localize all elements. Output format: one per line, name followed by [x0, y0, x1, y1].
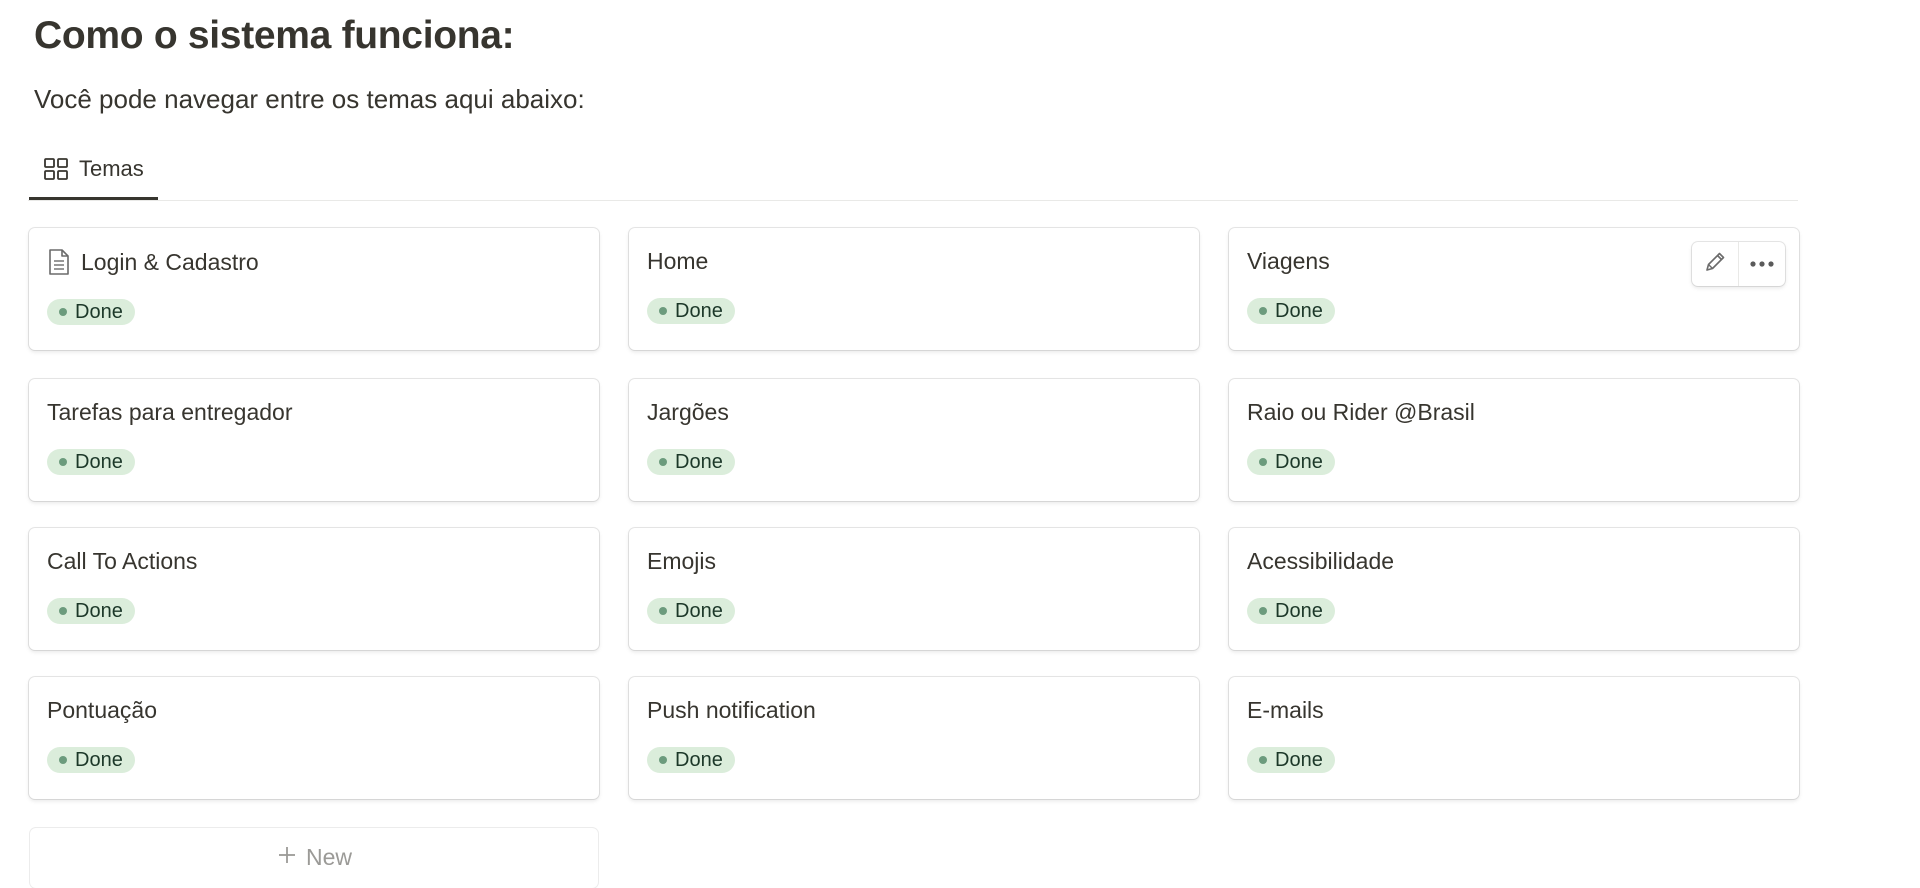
status-badge: Done: [47, 598, 135, 624]
status-badge: Done: [47, 747, 135, 773]
status-dot: [659, 756, 667, 764]
status-badge: Done: [1247, 598, 1335, 624]
status-badge: Done: [647, 449, 735, 475]
status-dot: [659, 458, 667, 466]
plus-icon: [276, 844, 298, 872]
card-title-text: Acessibilidade: [1247, 548, 1395, 574]
card-title: Emojis: [647, 548, 716, 575]
card-push-notification[interactable]: Push notification Done: [629, 677, 1199, 799]
edit-button[interactable]: [1692, 242, 1738, 286]
status-dot: [59, 458, 67, 466]
card-emojis[interactable]: Emojis Done: [629, 528, 1199, 650]
card-title: Raio ou Rider @Brasil: [1247, 399, 1475, 426]
status-badge: Done: [47, 449, 135, 475]
page-subtitle: Você pode navegar entre os temas aqui ab…: [34, 84, 585, 114]
card-title: Login & Cadastro: [47, 248, 259, 276]
status-badge: Done: [1247, 747, 1335, 773]
card-raio-rider[interactable]: Raio ou Rider @Brasil Done: [1229, 379, 1799, 501]
status-dot: [1259, 458, 1267, 466]
status-badge: Done: [1247, 449, 1335, 475]
view-tabs: Temas: [28, 140, 1798, 201]
card-title: Viagens: [1247, 248, 1330, 275]
tab-temas[interactable]: Temas: [29, 140, 158, 200]
status-badge: Done: [647, 598, 735, 624]
status-text: Done: [75, 748, 123, 771]
card-jargoes[interactable]: Jargões Done: [629, 379, 1199, 501]
status-text: Done: [75, 300, 123, 323]
card-e-mails[interactable]: E-mails Done: [1229, 677, 1799, 799]
card-title: Push notification: [647, 697, 816, 724]
card-title: Pontuação: [47, 697, 157, 724]
status-badge: Done: [647, 747, 735, 773]
card-title-text: Tarefas para entregador: [47, 399, 293, 425]
card-pontuacao[interactable]: Pontuação Done: [29, 677, 599, 799]
status-text: Done: [1275, 450, 1323, 473]
status-text: Done: [675, 599, 723, 622]
card-title-text: Call To Actions: [47, 548, 198, 574]
status-dot: [1259, 307, 1267, 315]
status-dot: [59, 308, 67, 316]
status-text: Done: [75, 599, 123, 622]
card-login-cadastro[interactable]: Login & Cadastro Done: [29, 228, 599, 350]
tab-label: Temas: [79, 155, 144, 181]
more-icon: [1749, 255, 1775, 273]
card-title-text: Push notification: [647, 697, 816, 723]
page-icon: [47, 248, 71, 276]
card-title-text: Emojis: [647, 548, 717, 574]
card-title: E-mails: [1247, 697, 1324, 724]
status-text: Done: [675, 748, 723, 771]
status-text: Done: [75, 450, 123, 473]
status-text: Done: [675, 450, 723, 473]
edit-icon: [1702, 249, 1728, 280]
card-title-text: Pontuação: [47, 697, 157, 723]
card-viagens[interactable]: Viagens Done: [1229, 228, 1799, 350]
card-title-text: Viagens: [1247, 248, 1330, 274]
gallery-view-icon: [43, 157, 69, 181]
card-title-text: E-mails: [1247, 697, 1324, 723]
status-dot: [1259, 756, 1267, 764]
card-title-text: Jargões: [647, 399, 729, 425]
status-dot: [659, 307, 667, 315]
card-title: Home: [647, 248, 708, 275]
status-badge: Done: [1247, 298, 1335, 324]
card-title: Jargões: [647, 399, 729, 426]
card-title-text: Raio ou Rider @Brasil: [1247, 399, 1475, 425]
status-text: Done: [1275, 599, 1323, 622]
status-dot: [59, 607, 67, 615]
status-text: Done: [675, 299, 723, 322]
card-call-to-actions[interactable]: Call To Actions Done: [29, 528, 599, 650]
status-badge: Done: [647, 298, 735, 324]
new-card-button[interactable]: New: [30, 828, 598, 888]
status-text: Done: [1275, 748, 1323, 771]
card-title: Acessibilidade: [1247, 548, 1394, 575]
card-title-text: Home: [647, 248, 709, 274]
card-title: Call To Actions: [47, 548, 197, 575]
card-home[interactable]: Home Done: [629, 228, 1199, 350]
card-acessibilidade[interactable]: Acessibilidade Done: [1229, 528, 1799, 650]
card-title: Tarefas para entregador: [47, 399, 293, 426]
more-button[interactable]: [1738, 242, 1785, 286]
new-card-label: New: [305, 844, 352, 870]
status-dot: [659, 607, 667, 615]
page-title: Como o sistema funciona:: [34, 14, 515, 57]
status-text: Done: [1275, 299, 1323, 322]
card-tarefas-entregador[interactable]: Tarefas para entregador Done: [29, 379, 599, 501]
status-dot: [1259, 607, 1267, 615]
status-dot: [59, 756, 67, 764]
status-badge: Done: [47, 299, 135, 325]
card-hover-actions: [1692, 242, 1785, 286]
card-title-text: Login & Cadastro: [81, 248, 259, 275]
